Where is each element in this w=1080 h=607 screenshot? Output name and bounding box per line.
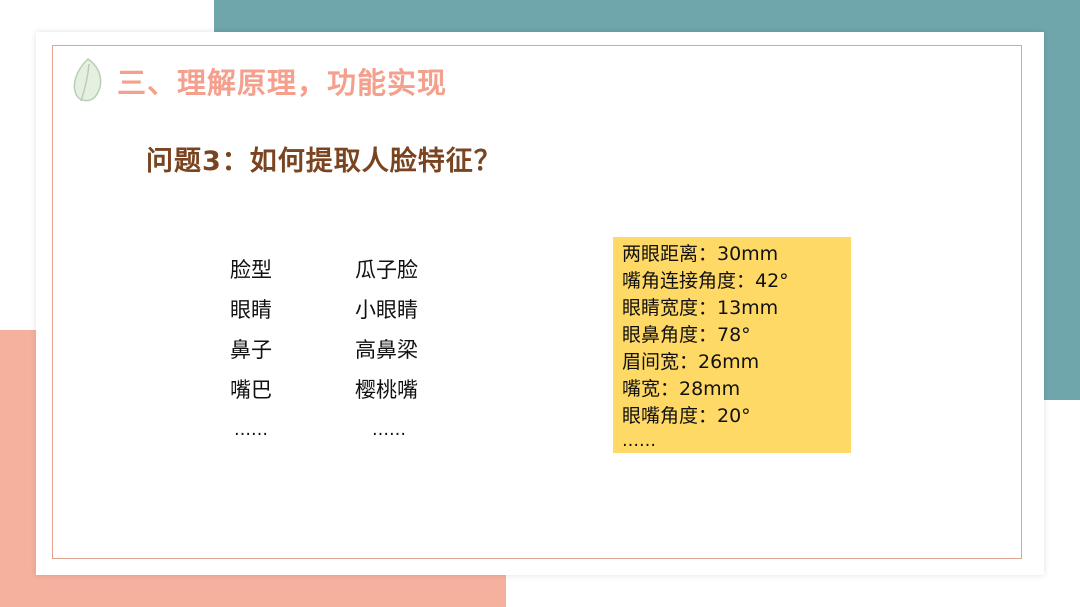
feature-name: 嘴巴 — [230, 378, 272, 402]
measurement-line: …… — [622, 431, 656, 451]
question-heading: 问题3：如何提取人脸特征？ — [146, 146, 502, 177]
feature-name: 眼睛 — [230, 298, 272, 322]
feature-value: 小眼睛 — [355, 298, 418, 322]
slide-inner-frame — [52, 45, 1022, 559]
feature-name: 鼻子 — [230, 338, 272, 362]
measurement-line: 两眼距离：30mm — [622, 243, 779, 265]
measurement-line: 嘴宽：28mm — [622, 378, 741, 400]
feature-name: 脸型 — [230, 258, 272, 282]
measurement-line: 眼鼻角度：78° — [622, 324, 751, 346]
feature-value: 瓜子脸 — [355, 258, 418, 282]
feature-value: …… — [372, 420, 406, 440]
section-title: 三、理解原理，功能实现 — [117, 66, 448, 100]
measurement-line: 眼睛宽度：13mm — [622, 297, 779, 319]
feature-value: 高鼻梁 — [355, 338, 418, 362]
measurement-line: 眉间宽：26mm — [622, 351, 760, 373]
feature-name: …… — [234, 420, 268, 440]
measurement-line: 嘴角连接角度：42° — [622, 270, 789, 292]
measurements-note: 两眼距离：30mm 嘴角连接角度：42° 眼睛宽度：13mm 眼鼻角度：78° … — [613, 237, 851, 453]
leaf-icon — [73, 58, 102, 102]
measurement-line: 眼嘴角度：20° — [622, 405, 751, 427]
feature-value: 樱桃嘴 — [355, 378, 418, 402]
